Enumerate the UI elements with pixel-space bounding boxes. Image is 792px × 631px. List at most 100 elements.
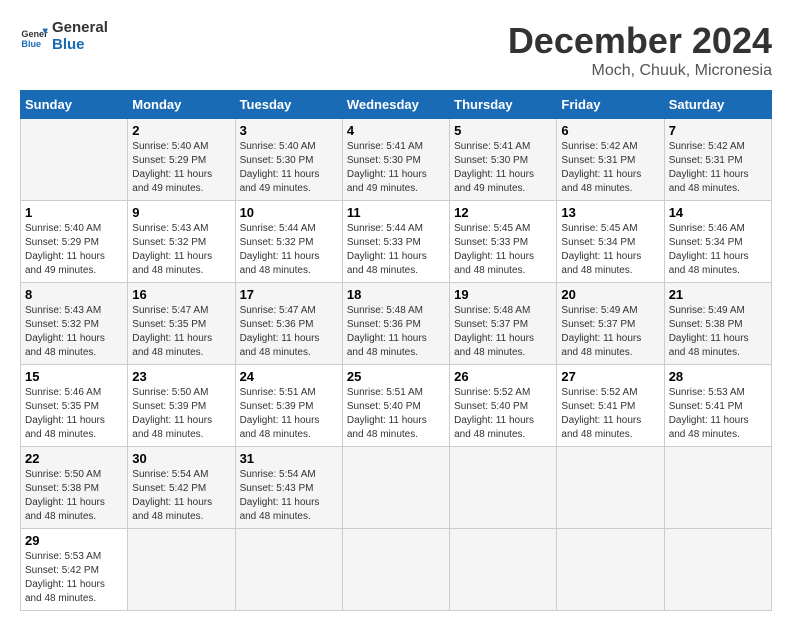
day-info: Sunrise: 5:46 AM Sunset: 5:35 PM Dayligh… [25, 386, 123, 442]
day-info: Sunrise: 5:53 AM Sunset: 5:42 PM Dayligh… [25, 550, 123, 606]
calendar-day-cell: 15 Sunrise: 5:46 AM Sunset: 5:35 PM Dayli… [21, 365, 128, 447]
calendar-week-row: 2 Sunrise: 5:40 AM Sunset: 5:29 PM Daylig… [21, 119, 772, 201]
day-number: 2 [132, 123, 230, 138]
day-info: Sunrise: 5:50 AM Sunset: 5:38 PM Dayligh… [25, 468, 123, 524]
calendar-day-cell [342, 529, 449, 611]
header-saturday: Saturday [664, 91, 771, 119]
header-wednesday: Wednesday [342, 91, 449, 119]
day-number: 10 [240, 205, 338, 220]
calendar-day-cell: 3 Sunrise: 5:40 AM Sunset: 5:30 PM Daylig… [235, 119, 342, 201]
day-info: Sunrise: 5:54 AM Sunset: 5:43 PM Dayligh… [240, 468, 338, 524]
calendar-day-cell: 7 Sunrise: 5:42 AM Sunset: 5:31 PM Daylig… [664, 119, 771, 201]
calendar-day-cell: 28Sunrise: 5:53 AM Sunset: 5:41 PM Dayli… [664, 365, 771, 447]
day-info: Sunrise: 5:42 AM Sunset: 5:31 PM Dayligh… [669, 140, 767, 196]
day-info: Sunrise: 5:45 AM Sunset: 5:34 PM Dayligh… [561, 222, 659, 278]
calendar-day-cell [450, 529, 557, 611]
logo-general: General [52, 20, 108, 37]
calendar-week-row: 15 Sunrise: 5:46 AM Sunset: 5:35 PM Dayli… [21, 365, 772, 447]
calendar-day-cell: 5 Sunrise: 5:41 AM Sunset: 5:30 PM Daylig… [450, 119, 557, 201]
calendar-day-cell [342, 447, 449, 529]
day-number: 8 [25, 287, 123, 302]
header-monday: Monday [128, 91, 235, 119]
day-number: 30 [132, 451, 230, 466]
calendar-day-cell: 25 Sunrise: 5:51 AM Sunset: 5:40 PM Dayli… [342, 365, 449, 447]
day-number: 19 [454, 287, 552, 302]
day-number: 21 [669, 287, 767, 302]
day-info: Sunrise: 5:52 AM Sunset: 5:41 PM Dayligh… [561, 386, 659, 442]
calendar-day-cell: 14Sunrise: 5:46 AM Sunset: 5:34 PM Dayli… [664, 201, 771, 283]
svg-text:Blue: Blue [21, 38, 41, 48]
day-number: 15 [25, 369, 123, 384]
day-info: Sunrise: 5:42 AM Sunset: 5:31 PM Dayligh… [561, 140, 659, 196]
calendar-day-cell: 24Sunrise: 5:51 AM Sunset: 5:39 PM Dayli… [235, 365, 342, 447]
calendar-day-cell: 30 Sunrise: 5:54 AM Sunset: 5:42 PM Dayli… [128, 447, 235, 529]
day-number: 13 [561, 205, 659, 220]
calendar-day-cell: 17Sunrise: 5:47 AM Sunset: 5:36 PM Dayli… [235, 283, 342, 365]
calendar-week-row: 1 Sunrise: 5:40 AM Sunset: 5:29 PM Daylig… [21, 201, 772, 283]
day-info: Sunrise: 5:44 AM Sunset: 5:33 PM Dayligh… [347, 222, 445, 278]
calendar-day-cell [664, 447, 771, 529]
calendar-header-row: SundayMondayTuesdayWednesdayThursdayFrid… [21, 91, 772, 119]
day-info: Sunrise: 5:54 AM Sunset: 5:42 PM Dayligh… [132, 468, 230, 524]
day-info: Sunrise: 5:43 AM Sunset: 5:32 PM Dayligh… [25, 304, 123, 360]
calendar-day-cell: 9 Sunrise: 5:43 AM Sunset: 5:32 PM Daylig… [128, 201, 235, 283]
logo: General Blue General Blue [20, 20, 108, 53]
calendar-day-cell [235, 529, 342, 611]
logo-blue: Blue [52, 37, 108, 54]
logo-icon: General Blue [20, 23, 48, 51]
day-info: Sunrise: 5:45 AM Sunset: 5:33 PM Dayligh… [454, 222, 552, 278]
day-info: Sunrise: 5:49 AM Sunset: 5:37 PM Dayligh… [561, 304, 659, 360]
calendar-day-cell: 6Sunrise: 5:42 AM Sunset: 5:31 PM Daylig… [557, 119, 664, 201]
day-number: 27 [561, 369, 659, 384]
calendar-day-cell: 20 Sunrise: 5:49 AM Sunset: 5:37 PM Dayli… [557, 283, 664, 365]
calendar-day-cell: 16Sunrise: 5:47 AM Sunset: 5:35 PM Dayli… [128, 283, 235, 365]
day-info: Sunrise: 5:40 AM Sunset: 5:29 PM Dayligh… [132, 140, 230, 196]
day-number: 14 [669, 205, 767, 220]
calendar-day-cell: 18Sunrise: 5:48 AM Sunset: 5:36 PM Dayli… [342, 283, 449, 365]
calendar-table: SundayMondayTuesdayWednesdayThursdayFrid… [20, 90, 772, 611]
calendar-day-cell: 4Sunrise: 5:41 AM Sunset: 5:30 PM Daylig… [342, 119, 449, 201]
day-number: 20 [561, 287, 659, 302]
calendar-week-row: 8 Sunrise: 5:43 AM Sunset: 5:32 PM Daylig… [21, 283, 772, 365]
day-info: Sunrise: 5:51 AM Sunset: 5:39 PM Dayligh… [240, 386, 338, 442]
page-header: General Blue General Blue December 2024 … [20, 20, 772, 80]
calendar-day-cell: 26Sunrise: 5:52 AM Sunset: 5:40 PM Dayli… [450, 365, 557, 447]
calendar-day-cell: 27 Sunrise: 5:52 AM Sunset: 5:41 PM Dayli… [557, 365, 664, 447]
header-thursday: Thursday [450, 91, 557, 119]
calendar-week-row: 29Sunrise: 5:53 AM Sunset: 5:42 PM Dayli… [21, 529, 772, 611]
calendar-day-cell: 19 Sunrise: 5:48 AM Sunset: 5:37 PM Dayli… [450, 283, 557, 365]
calendar-day-cell: 2 Sunrise: 5:40 AM Sunset: 5:29 PM Daylig… [128, 119, 235, 201]
day-number: 25 [347, 369, 445, 384]
calendar-week-row: 22Sunrise: 5:50 AM Sunset: 5:38 PM Dayli… [21, 447, 772, 529]
calendar-day-cell [21, 119, 128, 201]
calendar-day-cell: 23 Sunrise: 5:50 AM Sunset: 5:39 PM Dayli… [128, 365, 235, 447]
day-info: Sunrise: 5:40 AM Sunset: 5:30 PM Dayligh… [240, 140, 338, 196]
day-number: 7 [669, 123, 767, 138]
calendar-day-cell: 21 Sunrise: 5:49 AM Sunset: 5:38 PM Dayli… [664, 283, 771, 365]
day-info: Sunrise: 5:40 AM Sunset: 5:29 PM Dayligh… [25, 222, 123, 278]
day-number: 3 [240, 123, 338, 138]
day-number: 11 [347, 205, 445, 220]
day-info: Sunrise: 5:51 AM Sunset: 5:40 PM Dayligh… [347, 386, 445, 442]
day-info: Sunrise: 5:47 AM Sunset: 5:35 PM Dayligh… [132, 304, 230, 360]
calendar-day-cell: 12Sunrise: 5:45 AM Sunset: 5:33 PM Dayli… [450, 201, 557, 283]
day-info: Sunrise: 5:48 AM Sunset: 5:37 PM Dayligh… [454, 304, 552, 360]
day-number: 5 [454, 123, 552, 138]
header-tuesday: Tuesday [235, 91, 342, 119]
day-info: Sunrise: 5:41 AM Sunset: 5:30 PM Dayligh… [454, 140, 552, 196]
calendar-day-cell: 8 Sunrise: 5:43 AM Sunset: 5:32 PM Daylig… [21, 283, 128, 365]
month-year-title: December 2024 [508, 20, 772, 62]
day-number: 4 [347, 123, 445, 138]
day-info: Sunrise: 5:44 AM Sunset: 5:32 PM Dayligh… [240, 222, 338, 278]
day-number: 1 [25, 205, 123, 220]
day-info: Sunrise: 5:50 AM Sunset: 5:39 PM Dayligh… [132, 386, 230, 442]
calendar-day-cell [557, 529, 664, 611]
day-info: Sunrise: 5:43 AM Sunset: 5:32 PM Dayligh… [132, 222, 230, 278]
calendar-day-cell: 13 Sunrise: 5:45 AM Sunset: 5:34 PM Dayli… [557, 201, 664, 283]
calendar-day-cell [128, 529, 235, 611]
day-number: 23 [132, 369, 230, 384]
title-area: December 2024 Moch, Chuuk, Micronesia [508, 20, 772, 80]
day-number: 9 [132, 205, 230, 220]
day-info: Sunrise: 5:49 AM Sunset: 5:38 PM Dayligh… [669, 304, 767, 360]
day-number: 31 [240, 451, 338, 466]
